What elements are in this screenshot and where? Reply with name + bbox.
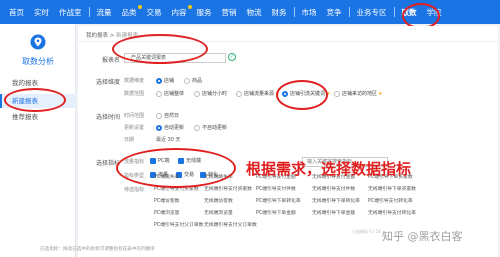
nav-marketing[interactable]: 营销 (217, 7, 242, 18)
metric-item[interactable]: 无线端引导支付件数 (312, 185, 355, 192)
option-label: 店铺整体 (164, 91, 185, 97)
dimension-object-label: 数据维度 (124, 78, 145, 84)
selected-metrics-hint: 已选指标：拖动已选中的指标可调整指标在表中的列顺序 (40, 247, 155, 252)
time-period-label: 时间范围 (124, 113, 145, 119)
range-traffic-source-option[interactable]: 店铺流量来源 ★ (236, 90, 280, 97)
radio-icon (156, 124, 162, 131)
nav-service[interactable]: 服务 (192, 7, 217, 18)
option-label: 自然日 (164, 113, 180, 119)
highlight-oval-report-name (112, 34, 208, 64)
recent-days-value[interactable]: 最近 30 天 (156, 136, 181, 143)
valid-check-icon: ✓ (228, 53, 236, 61)
option-label: 店铺来访的地区 (342, 91, 378, 97)
metrics-label: 选择指标 (95, 160, 120, 167)
nav-market[interactable]: 市场 (297, 7, 322, 18)
nav-realtime[interactable]: 实时 (29, 7, 54, 18)
no-auto-update-option[interactable]: 不自动更新 (194, 124, 227, 131)
sidebar-item-recommended[interactable]: 推荐报表 (0, 110, 76, 124)
period-natural-day-option[interactable]: 自然日 (156, 112, 179, 119)
report-name-label: 报表名 (101, 57, 120, 64)
radio-icon (156, 90, 162, 97)
sidebar: 取数分析 我的报表 新建报表 推荐报表 (0, 24, 76, 257)
nav-category-label: 品类 (121, 7, 137, 17)
metric-item[interactable]: PC端引导下单转化率 (256, 197, 301, 204)
radio-icon (184, 77, 190, 84)
range-visitor-region-option[interactable]: 店铺来访的地区 ★ (334, 90, 383, 97)
metric-item[interactable]: PC端引导下单金额 (256, 209, 296, 216)
nav-trade[interactable]: 交易 (142, 7, 167, 18)
radio-icon (156, 77, 162, 84)
nav-competition[interactable]: 竞争 (322, 7, 347, 18)
nav-finance[interactable]: 财务 (267, 7, 292, 18)
highlight-oval-keyword (276, 80, 328, 110)
time-update-label: 更新设置 (124, 125, 145, 131)
metric-item[interactable]: 无线端浏览量 (204, 209, 233, 216)
breadcrumb-separator: > (109, 33, 115, 39)
nav-content-label: 内容 (171, 7, 187, 17)
option-label: 店铺流量来源 (244, 91, 275, 97)
nav-business-zone[interactable]: 业务专区 (352, 7, 392, 18)
nav-logistics[interactable]: 物流 (242, 7, 267, 18)
auto-update-option[interactable]: 自动更新 (156, 124, 184, 131)
radio-icon (156, 112, 162, 119)
metric-item[interactable]: PC端引导支付件数 (256, 185, 296, 192)
dimension-label: 选择维度 (95, 79, 120, 86)
nav-home[interactable]: 首页 (4, 7, 29, 18)
metric-item[interactable]: 无线端访客数 (204, 197, 233, 204)
range-shop-overall-option[interactable]: 店铺整体 (156, 90, 184, 97)
object-goods-option[interactable]: 商品 (184, 77, 202, 84)
option-label: 店铺 (164, 78, 175, 84)
time-recent-label: 日期 (124, 137, 135, 143)
radio-icon (334, 90, 340, 97)
radio-icon (236, 90, 242, 97)
option-label: 自动更新 (164, 125, 185, 131)
metric-item[interactable]: 无线端引导支付买家数 (204, 185, 252, 192)
highlight-oval-sidebar (4, 88, 66, 112)
highlight-oval-metrics (116, 148, 236, 188)
radio-icon (194, 90, 200, 97)
watermark: 知乎 @黑衣白客 (382, 230, 463, 243)
selected-count: 已选指标 0 / 14 (352, 229, 381, 234)
metric-item[interactable]: PC端浏览量 (154, 209, 179, 216)
nav-category[interactable]: 品类 (117, 4, 142, 18)
metric-item[interactable]: 无线端引导支付转化率 (368, 209, 416, 216)
metric-item[interactable]: PC端访客数 (154, 197, 179, 204)
breadcrumb-root[interactable]: 我的报表 (86, 33, 108, 39)
nav-divider (293, 7, 295, 17)
metric-item[interactable]: PC端引导支付父订单数 (154, 221, 203, 228)
nav-content[interactable]: 内容 (167, 4, 192, 18)
object-shop-option[interactable]: 店铺 (156, 77, 174, 84)
radio-icon (194, 124, 200, 131)
nav-divider (348, 7, 350, 17)
sidebar-title: 取数分析 (22, 57, 54, 66)
new-star-icon: ★ (378, 90, 383, 97)
option-label: 不自动更新 (202, 125, 228, 131)
metric-item[interactable]: 无线端引导下单金额 (312, 209, 355, 216)
metric-item[interactable]: 无线端引导下单买家数 (368, 185, 416, 192)
time-label: 选择时间 (95, 114, 120, 121)
annotation-text: 根据需求，选择数据指标 (246, 160, 412, 178)
nav-traffic[interactable]: 流量 (92, 7, 117, 18)
metric-item[interactable]: 无线端引导下单转化率 (312, 197, 360, 204)
metric-item[interactable]: PC端引导支付转化率 (368, 197, 413, 204)
nav-divider (88, 7, 90, 17)
nav-warroom[interactable]: 作战室 (54, 7, 87, 18)
option-label: 店铺分小时 (202, 91, 228, 97)
metric-item[interactable]: 无线端引导支付父订单数 (204, 221, 257, 228)
nav-divider (393, 7, 395, 17)
option-label: 商品 (192, 78, 203, 84)
metrics-list-label: 待选指标 (124, 187, 145, 193)
analysis-logo-icon (30, 34, 46, 50)
range-shop-hourly-option[interactable]: 店铺分小时 (194, 90, 227, 97)
dimension-range-label: 数据范围 (124, 91, 145, 97)
